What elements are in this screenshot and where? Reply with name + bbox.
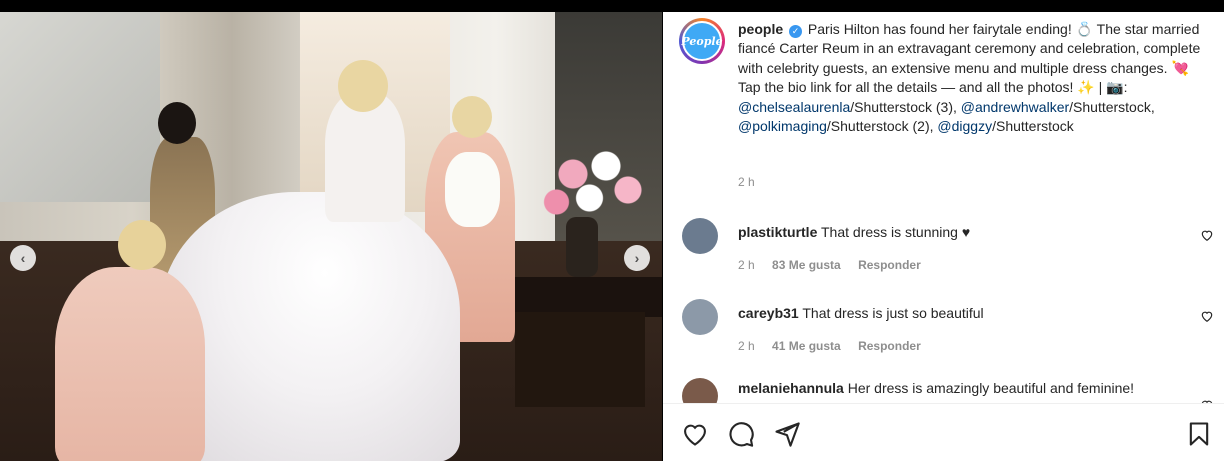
comment-body: That dress is just so beautiful (802, 305, 984, 321)
console-table (500, 277, 662, 317)
credit-mention[interactable]: @diggzy (937, 118, 992, 134)
post-sidebar: People people ✓ Paris Hilton has found h… (663, 12, 1224, 461)
action-bar (663, 404, 1224, 461)
credit-mention[interactable]: @chelsealaurenla (738, 99, 850, 115)
guest-gold-head (158, 102, 196, 144)
comment-icon[interactable] (727, 420, 755, 448)
reply-button[interactable]: Responder (858, 258, 921, 272)
comment-meta: 2 h 41 Me gusta Responder (738, 339, 935, 353)
avatar[interactable] (682, 378, 718, 403)
credit-suffix: /Shutterstock, (1069, 98, 1155, 115)
caption-body: Paris Hilton has found her fairytale end… (738, 21, 1201, 96)
share-icon[interactable] (773, 420, 801, 448)
avatar[interactable] (682, 218, 718, 254)
credit-mention[interactable]: @andrewhwalker (961, 99, 1069, 115)
credit-mention[interactable]: @polkimaging (738, 118, 827, 134)
comment-text: plastikturtle That dress is stunning ♥ (738, 224, 970, 240)
comment-time: 2 h (738, 339, 755, 353)
post-caption: People people ✓ Paris Hilton has found h… (663, 12, 1224, 202)
comment-username[interactable]: careyb31 (738, 305, 799, 321)
bookmark-icon[interactable] (1185, 420, 1213, 448)
avatar[interactable]: People (681, 21, 723, 61)
bridesmaid-head (452, 96, 492, 138)
chevron-right-icon[interactable]: › (624, 245, 650, 271)
baby (445, 152, 500, 227)
console-table-base (515, 312, 645, 407)
comment-meta: 2 h 83 Me gusta Responder (738, 258, 935, 272)
heart-icon[interactable] (1200, 309, 1214, 323)
reply-button[interactable]: Responder (858, 339, 921, 353)
comment-text: melaniehannula Her dress is amazingly be… (738, 380, 1134, 396)
caption-text: people ✓ Paris Hilton has found her fair… (738, 20, 1214, 136)
chevron-left-icon[interactable]: ‹ (10, 245, 36, 271)
wall-painting (0, 12, 160, 202)
comment-time: 2 h (738, 258, 755, 272)
heart-icon[interactable] (1200, 228, 1214, 242)
heart-icon[interactable] (681, 420, 709, 448)
credit-suffix: /Shutterstock (3), (850, 98, 957, 115)
comment-item: melaniehannula Her dress is amazingly be… (663, 374, 1224, 403)
comment-text: careyb31 That dress is just so beautiful (738, 305, 984, 321)
bride-head (338, 60, 388, 112)
comment-username[interactable]: plastikturtle (738, 224, 817, 240)
comment-username[interactable]: melaniehannula (738, 380, 844, 396)
credit-suffix: /Shutterstock (2), (826, 118, 934, 135)
post-photo[interactable] (0, 12, 662, 461)
vase (566, 217, 598, 277)
post-username[interactable]: people (738, 21, 783, 37)
comment-item: plastikturtle That dress is stunning ♥ 2… (663, 214, 1224, 284)
credit-suffix: /Shutterstock (992, 118, 1074, 135)
flower-arrangement (540, 142, 650, 222)
comment-item: careyb31 That dress is just so beautiful… (663, 295, 1224, 365)
avatar[interactable] (682, 299, 718, 335)
comment-body: Her dress is amazingly beautiful and fem… (847, 380, 1135, 396)
kneeling-guest-head (118, 220, 166, 270)
verified-badge-icon: ✓ (789, 25, 803, 38)
post-time: 2 h (738, 175, 755, 189)
comment-body: That dress is stunning ♥ (821, 224, 971, 240)
comment-likes[interactable]: 41 Me gusta (772, 339, 841, 353)
comment-likes[interactable]: 83 Me gusta (772, 258, 841, 272)
kneeling-guest-dress (55, 267, 205, 461)
wedding-gown (160, 192, 460, 461)
